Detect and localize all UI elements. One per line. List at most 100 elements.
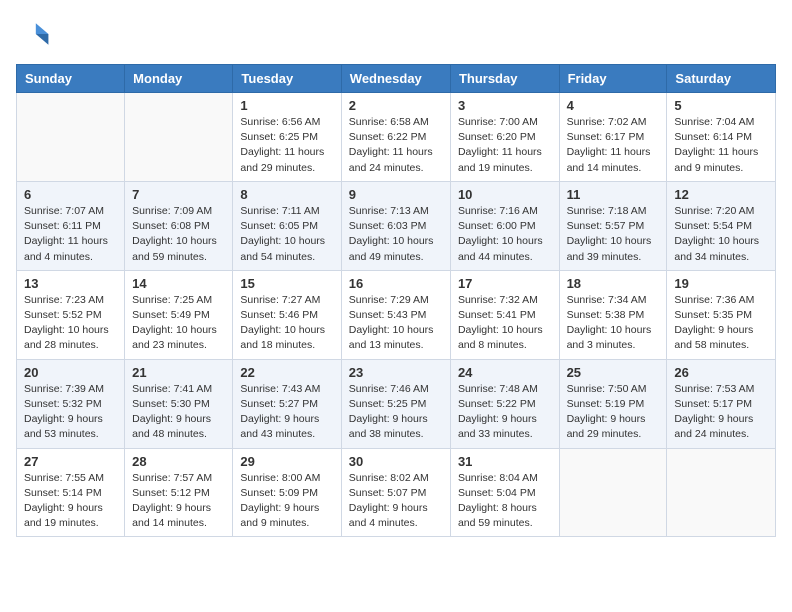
day-info: Sunrise: 7:04 AM Sunset: 6:14 PM Dayligh… [674,115,768,176]
logo [16,16,58,52]
weekday-header-saturday: Saturday [667,65,776,93]
day-info: Sunrise: 7:29 AM Sunset: 5:43 PM Dayligh… [349,293,443,354]
day-info: Sunrise: 7:11 AM Sunset: 6:05 PM Dayligh… [240,204,333,265]
weekday-header-friday: Friday [559,65,667,93]
day-number: 21 [132,365,225,380]
day-number: 8 [240,187,333,202]
day-number: 31 [458,454,552,469]
day-info: Sunrise: 7:13 AM Sunset: 6:03 PM Dayligh… [349,204,443,265]
day-number: 11 [567,187,660,202]
day-number: 13 [24,276,117,291]
day-info: Sunrise: 6:58 AM Sunset: 6:22 PM Dayligh… [349,115,443,176]
calendar-cell [667,448,776,537]
day-info: Sunrise: 7:23 AM Sunset: 5:52 PM Dayligh… [24,293,117,354]
calendar-cell: 19Sunrise: 7:36 AM Sunset: 5:35 PM Dayli… [667,270,776,359]
calendar-body: 1 Sunrise: 6:56 AM Sunset: 6:25 PM Daylig… [17,93,776,537]
day-info: Sunrise: 7:57 AM Sunset: 5:12 PM Dayligh… [132,471,225,532]
calendar-cell: 5 Sunrise: 7:04 AM Sunset: 6:14 PM Daylig… [667,93,776,182]
day-info: Sunrise: 7:02 AM Sunset: 6:17 PM Dayligh… [567,115,660,176]
calendar-cell: 9 Sunrise: 7:13 AM Sunset: 6:03 PM Daylig… [341,181,450,270]
day-number: 28 [132,454,225,469]
day-info: Sunrise: 7:43 AM Sunset: 5:27 PM Dayligh… [240,382,333,443]
calendar-cell [17,93,125,182]
calendar-cell: 7 Sunrise: 7:09 AM Sunset: 6:08 PM Daylig… [125,181,233,270]
day-info: Sunrise: 7:53 AM Sunset: 5:17 PM Dayligh… [674,382,768,443]
day-number: 14 [132,276,225,291]
day-info: Sunrise: 7:48 AM Sunset: 5:22 PM Dayligh… [458,382,552,443]
calendar-cell: 4Sunrise: 7:02 AM Sunset: 6:17 PM Daylig… [559,93,667,182]
day-number: 26 [674,365,768,380]
calendar-cell: 18 Sunrise: 7:34 AM Sunset: 5:38 PM Dayli… [559,270,667,359]
weekday-header-thursday: Thursday [450,65,559,93]
day-info: Sunrise: 7:16 AM Sunset: 6:00 PM Dayligh… [458,204,552,265]
calendar-cell: 28 Sunrise: 7:57 AM Sunset: 5:12 PM Dayli… [125,448,233,537]
day-info: Sunrise: 7:41 AM Sunset: 5:30 PM Dayligh… [132,382,225,443]
calendar-cell: 1 Sunrise: 6:56 AM Sunset: 6:25 PM Daylig… [233,93,341,182]
day-number: 19 [674,276,768,291]
day-number: 2 [349,98,443,113]
day-number: 17 [458,276,552,291]
calendar-week-5: 27 Sunrise: 7:55 AM Sunset: 5:14 PM Dayli… [17,448,776,537]
calendar-cell: 22 Sunrise: 7:43 AM Sunset: 5:27 PM Dayli… [233,359,341,448]
day-number: 7 [132,187,225,202]
day-number: 15 [240,276,333,291]
weekday-header-sunday: Sunday [17,65,125,93]
day-number: 30 [349,454,443,469]
calendar-cell: 14Sunrise: 7:25 AM Sunset: 5:49 PM Dayli… [125,270,233,359]
calendar-cell: 24 Sunrise: 7:48 AM Sunset: 5:22 PM Dayli… [450,359,559,448]
day-number: 25 [567,365,660,380]
day-number: 29 [240,454,333,469]
day-info: Sunrise: 7:55 AM Sunset: 5:14 PM Dayligh… [24,471,117,532]
day-number: 27 [24,454,117,469]
day-number: 1 [240,98,333,113]
day-info: Sunrise: 7:20 AM Sunset: 5:54 PM Dayligh… [674,204,768,265]
calendar-week-2: 6 Sunrise: 7:07 AM Sunset: 6:11 PM Daylig… [17,181,776,270]
calendar-table: SundayMondayTuesdayWednesdayThursdayFrid… [16,64,776,537]
day-info: Sunrise: 7:00 AM Sunset: 6:20 PM Dayligh… [458,115,552,176]
calendar-cell: 23 Sunrise: 7:46 AM Sunset: 5:25 PM Dayli… [341,359,450,448]
calendar-week-4: 20 Sunrise: 7:39 AM Sunset: 5:32 PM Dayli… [17,359,776,448]
day-number: 20 [24,365,117,380]
day-info: Sunrise: 7:39 AM Sunset: 5:32 PM Dayligh… [24,382,117,443]
day-info: Sunrise: 7:09 AM Sunset: 6:08 PM Dayligh… [132,204,225,265]
day-number: 6 [24,187,117,202]
calendar-cell: 17Sunrise: 7:32 AM Sunset: 5:41 PM Dayli… [450,270,559,359]
calendar-cell: 11 Sunrise: 7:18 AM Sunset: 5:57 PM Dayli… [559,181,667,270]
calendar-week-3: 13 Sunrise: 7:23 AM Sunset: 5:52 PM Dayli… [17,270,776,359]
calendar-cell: 12 Sunrise: 7:20 AM Sunset: 5:54 PM Dayli… [667,181,776,270]
calendar-cell: 6 Sunrise: 7:07 AM Sunset: 6:11 PM Daylig… [17,181,125,270]
day-number: 10 [458,187,552,202]
day-number: 18 [567,276,660,291]
calendar-cell: 2 Sunrise: 6:58 AM Sunset: 6:22 PM Daylig… [341,93,450,182]
day-info: Sunrise: 7:46 AM Sunset: 5:25 PM Dayligh… [349,382,443,443]
day-number: 24 [458,365,552,380]
calendar-cell: 13 Sunrise: 7:23 AM Sunset: 5:52 PM Dayli… [17,270,125,359]
calendar-cell: 10 Sunrise: 7:16 AM Sunset: 6:00 PM Dayli… [450,181,559,270]
calendar-cell: 8 Sunrise: 7:11 AM Sunset: 6:05 PM Daylig… [233,181,341,270]
day-number: 5 [674,98,768,113]
day-number: 23 [349,365,443,380]
calendar-cell [559,448,667,537]
calendar-cell: 29 Sunrise: 8:00 AM Sunset: 5:09 PM Dayli… [233,448,341,537]
day-info: Sunrise: 7:27 AM Sunset: 5:46 PM Dayligh… [240,293,333,354]
day-number: 12 [674,187,768,202]
day-number: 3 [458,98,552,113]
calendar-cell: 27 Sunrise: 7:55 AM Sunset: 5:14 PM Dayli… [17,448,125,537]
page-header [16,16,776,52]
day-number: 9 [349,187,443,202]
calendar-cell: 20 Sunrise: 7:39 AM Sunset: 5:32 PM Dayli… [17,359,125,448]
calendar-cell: 3 Sunrise: 7:00 AM Sunset: 6:20 PM Daylig… [450,93,559,182]
calendar-cell: 26 Sunrise: 7:53 AM Sunset: 5:17 PM Dayli… [667,359,776,448]
day-info: Sunrise: 8:00 AM Sunset: 5:09 PM Dayligh… [240,471,333,532]
day-info: Sunrise: 7:07 AM Sunset: 6:11 PM Dayligh… [24,204,117,265]
day-number: 22 [240,365,333,380]
weekday-header-row: SundayMondayTuesdayWednesdayThursdayFrid… [17,65,776,93]
calendar-cell: 30Sunrise: 8:02 AM Sunset: 5:07 PM Dayli… [341,448,450,537]
day-info: Sunrise: 7:34 AM Sunset: 5:38 PM Dayligh… [567,293,660,354]
day-info: Sunrise: 8:04 AM Sunset: 5:04 PM Dayligh… [458,471,552,532]
weekday-header-monday: Monday [125,65,233,93]
day-info: Sunrise: 6:56 AM Sunset: 6:25 PM Dayligh… [240,115,333,176]
logo-icon [16,16,52,52]
day-info: Sunrise: 7:18 AM Sunset: 5:57 PM Dayligh… [567,204,660,265]
calendar-cell: 16Sunrise: 7:29 AM Sunset: 5:43 PM Dayli… [341,270,450,359]
